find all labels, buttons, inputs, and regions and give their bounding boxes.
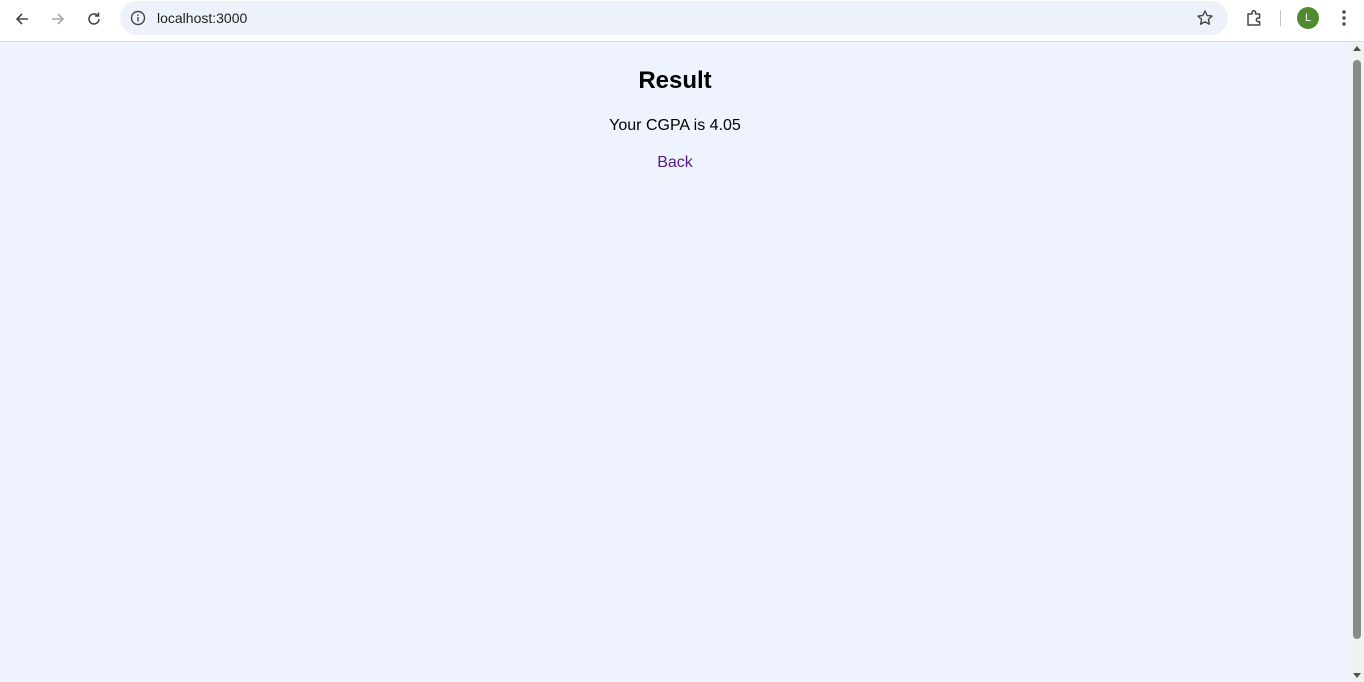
toolbar-separator <box>1280 10 1281 26</box>
scroll-up-arrow-icon[interactable] <box>1353 46 1361 51</box>
kebab-menu-icon[interactable] <box>1335 8 1353 28</box>
profile-avatar[interactable]: L <box>1297 7 1319 29</box>
browser-toolbar: localhost:3000 L <box>0 0 1364 42</box>
vertical-scrollbar[interactable] <box>1350 43 1364 682</box>
back-arrow-icon <box>15 13 28 25</box>
scroll-thumb[interactable] <box>1353 60 1361 639</box>
extensions-icon[interactable] <box>1244 8 1264 28</box>
back-link[interactable]: Back <box>657 154 693 171</box>
back-button[interactable] <box>8 5 36 33</box>
page-viewport: Result Your CGPA is 4.05 Back <box>0 43 1350 682</box>
url-text[interactable]: localhost:3000 <box>157 10 247 26</box>
back-link-row: Back <box>0 154 1350 172</box>
info-icon[interactable] <box>130 10 146 26</box>
address-bar[interactable]: localhost:3000 <box>120 1 1228 35</box>
cgpa-result-text: Your CGPA is 4.05 <box>609 117 741 134</box>
star-icon[interactable] <box>1196 9 1214 27</box>
scroll-down-arrow-icon[interactable] <box>1353 673 1361 678</box>
forward-button[interactable] <box>44 5 72 33</box>
reload-button[interactable] <box>80 5 108 33</box>
page-title: Result <box>638 67 712 94</box>
reload-icon <box>88 12 100 25</box>
forward-arrow-icon <box>52 13 65 25</box>
